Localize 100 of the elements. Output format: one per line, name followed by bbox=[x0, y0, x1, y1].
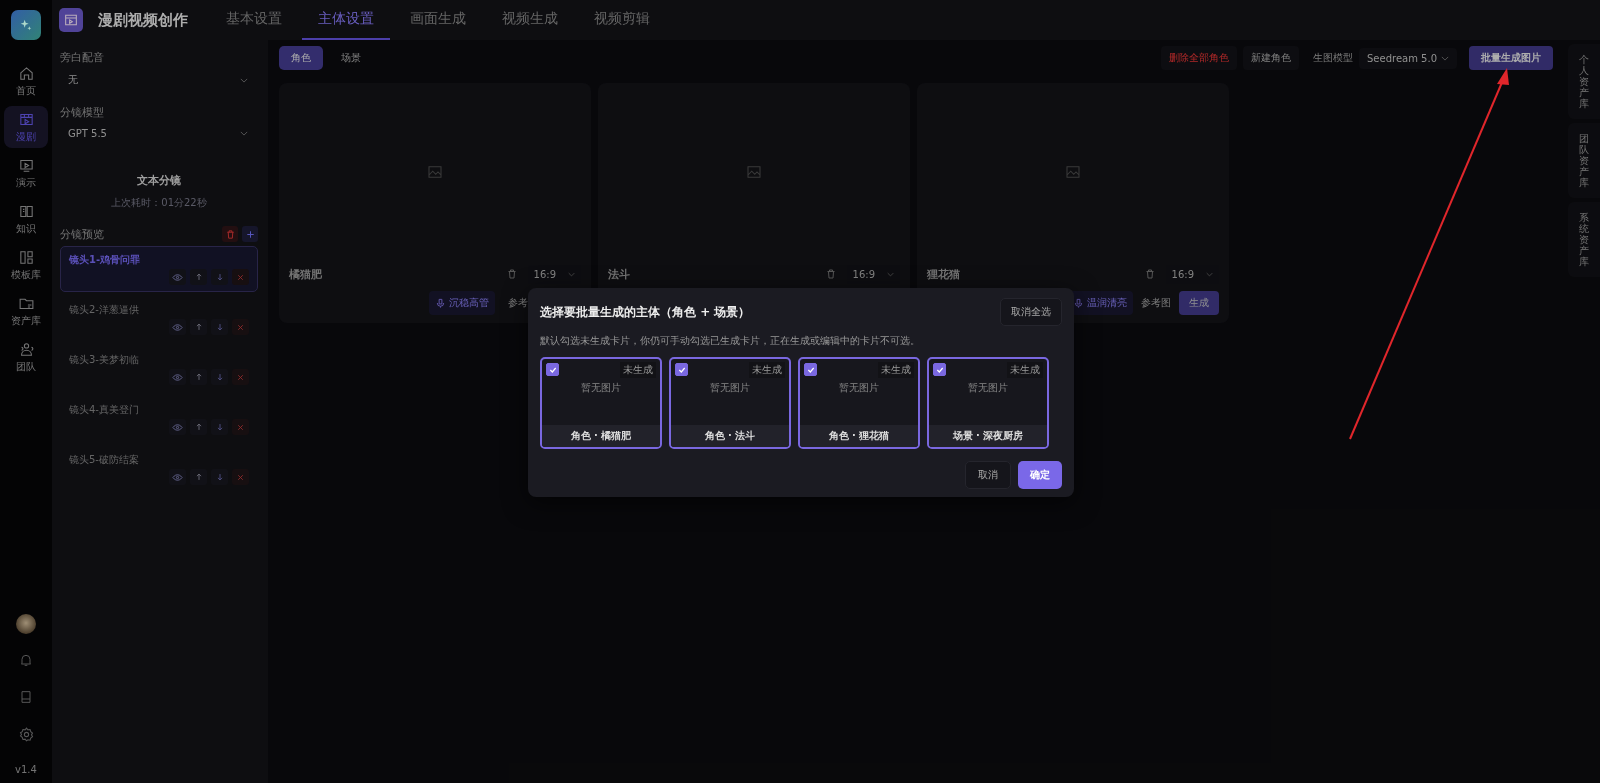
eye-icon[interactable] bbox=[169, 469, 186, 485]
new-character-button[interactable]: 新建角色 bbox=[1243, 46, 1299, 70]
rail-nav-item[interactable]: 首页 bbox=[4, 60, 48, 102]
close-icon[interactable] bbox=[232, 469, 249, 485]
subject-label: 角色 · 橘猫肥 bbox=[542, 425, 660, 447]
image-placeholder-icon bbox=[426, 163, 444, 181]
arrow-down-icon[interactable] bbox=[211, 419, 228, 435]
generate-button[interactable]: 生成 bbox=[1179, 291, 1219, 315]
no-image-text: 暂无图片 bbox=[839, 381, 879, 395]
close-icon[interactable] bbox=[232, 419, 249, 435]
field-label: 分镜模型 bbox=[60, 105, 105, 120]
microphone-icon bbox=[1073, 297, 1084, 309]
shot-item[interactable]: 镜头3-美梦初临 bbox=[60, 346, 258, 392]
voice-button[interactable]: 沉稳高管 bbox=[429, 291, 495, 315]
checkbox[interactable] bbox=[675, 363, 688, 376]
settings-icon[interactable] bbox=[17, 726, 35, 743]
narration-select[interactable]: 无 bbox=[60, 65, 258, 95]
model-select[interactable]: GPT 5.5 bbox=[60, 120, 258, 147]
category-tab[interactable]: 角色 bbox=[279, 46, 323, 70]
chevron-down-icon bbox=[1441, 55, 1449, 61]
check-icon bbox=[935, 365, 944, 374]
add-icon[interactable] bbox=[242, 226, 258, 242]
image-placeholder-icon bbox=[1064, 163, 1082, 181]
close-icon[interactable] bbox=[232, 319, 249, 335]
checkbox[interactable] bbox=[933, 363, 946, 376]
arrow-up-icon[interactable] bbox=[190, 319, 207, 335]
rail-nav-item[interactable]: 模板库 bbox=[4, 244, 48, 286]
home-icon bbox=[17, 64, 35, 82]
film-icon bbox=[59, 8, 83, 32]
asset-library-tab[interactable]: 系统资产库 bbox=[1568, 202, 1600, 277]
reference-image-button[interactable]: 参考 bbox=[508, 296, 528, 310]
arrow-up-icon[interactable] bbox=[190, 419, 207, 435]
arrow-down-icon[interactable] bbox=[211, 469, 228, 485]
preview-label: 分镜预览 bbox=[60, 226, 105, 242]
book-icon[interactable] bbox=[18, 689, 34, 705]
text-split-button[interactable]: 文本分镜 bbox=[60, 167, 258, 194]
arrow-down-icon[interactable] bbox=[211, 369, 228, 385]
confirm-button[interactable]: 确定 bbox=[1018, 461, 1062, 489]
deselect-all-button[interactable]: 取消全选 bbox=[1000, 298, 1062, 326]
eye-icon[interactable] bbox=[169, 269, 186, 285]
microphone-icon bbox=[435, 297, 446, 309]
nav-tab[interactable]: 画面生成 bbox=[394, 0, 482, 40]
character-name: 法斗 bbox=[608, 266, 631, 282]
character-name: 狸花猫 bbox=[927, 266, 961, 282]
app-title: 漫剧视频创作 bbox=[98, 10, 188, 30]
chevron-down-icon bbox=[568, 271, 575, 277]
close-icon[interactable] bbox=[232, 369, 249, 385]
rail-nav-item[interactable]: 团队 bbox=[4, 336, 48, 378]
subject-option-card[interactable]: 未生成 暂无图片 角色 · 橘猫肥 bbox=[540, 357, 662, 449]
rail-nav-item[interactable]: 演示 bbox=[4, 152, 48, 194]
image-placeholder-icon bbox=[745, 163, 763, 181]
eye-icon[interactable] bbox=[169, 319, 186, 335]
check-icon bbox=[548, 365, 557, 374]
nav-tab[interactable]: 基本设置 bbox=[210, 0, 298, 40]
delete-icon[interactable] bbox=[222, 226, 238, 242]
arrow-down-icon[interactable] bbox=[211, 269, 228, 285]
shot-title: 镜头5-破防结案 bbox=[69, 453, 140, 467]
user-avatar[interactable] bbox=[16, 614, 36, 634]
image-model-select[interactable]: Seedream 5.0 bbox=[1359, 47, 1457, 69]
arrow-up-icon[interactable] bbox=[190, 269, 207, 285]
nav-tab[interactable]: 视频生成 bbox=[486, 0, 574, 40]
no-image-text: 暂无图片 bbox=[710, 381, 750, 395]
bell-icon[interactable] bbox=[18, 652, 34, 668]
nav-tab[interactable]: 视频剪辑 bbox=[578, 0, 666, 40]
field-label: 旁白配音 bbox=[60, 50, 105, 65]
delete-all-button[interactable]: 删除全部角色 bbox=[1161, 46, 1237, 70]
arrow-down-icon[interactable] bbox=[211, 319, 228, 335]
batch-generate-button[interactable]: 批量生成图片 bbox=[1469, 46, 1553, 70]
chevron-down-icon bbox=[240, 77, 248, 83]
eye-icon[interactable] bbox=[169, 419, 186, 435]
shot-title: 镜头3-美梦初临 bbox=[69, 353, 140, 367]
rail-nav-item[interactable]: 知识 bbox=[4, 198, 48, 240]
asset-library-tab[interactable]: 个人资产库 bbox=[1568, 44, 1600, 119]
rail-nav-item[interactable]: 漫剧 bbox=[4, 106, 48, 148]
checkbox[interactable] bbox=[546, 363, 559, 376]
asset-library-tab[interactable]: 团队资产库 bbox=[1568, 123, 1600, 198]
chevron-down-icon bbox=[1206, 271, 1213, 277]
checkbox[interactable] bbox=[804, 363, 817, 376]
subject-option-card[interactable]: 未生成 暂无图片 角色 · 法斗 bbox=[669, 357, 791, 449]
eye-icon[interactable] bbox=[169, 369, 186, 385]
close-icon[interactable] bbox=[232, 269, 249, 285]
shot-item[interactable]: 镜头4-真美登门 bbox=[60, 396, 258, 442]
arrow-up-icon[interactable] bbox=[190, 369, 207, 385]
chevron-down-icon bbox=[887, 271, 894, 277]
category-tab[interactable]: 场景 bbox=[329, 46, 373, 70]
dialog-description: 默认勾选未生成卡片，你仍可手动勾选已生成卡片，正在生成或编辑中的卡片不可选。 bbox=[540, 334, 921, 348]
shot-item[interactable]: 镜头2-洋葱逼供 bbox=[60, 296, 258, 342]
rail-nav-item[interactable]: 资产库 bbox=[4, 290, 48, 332]
cancel-button[interactable]: 取消 bbox=[965, 461, 1011, 489]
arrow-up-icon[interactable] bbox=[190, 469, 207, 485]
reference-image-button[interactable]: 参考图 bbox=[1141, 296, 1171, 310]
image-model-label: 生图模型 bbox=[1313, 51, 1353, 65]
shot-item[interactable]: 镜头1-鸡骨问罪 bbox=[60, 246, 258, 292]
shot-item[interactable]: 镜头5-破防结案 bbox=[60, 446, 258, 492]
subject-option-card[interactable]: 未生成 暂无图片 角色 · 狸花猫 bbox=[798, 357, 920, 449]
nav-tab[interactable]: 主体设置 bbox=[302, 0, 390, 40]
subject-option-card[interactable]: 未生成 暂无图片 场景 · 深夜厨房 bbox=[927, 357, 1049, 449]
character-name: 橘猫肥 bbox=[289, 266, 323, 282]
grid-icon bbox=[17, 248, 35, 266]
no-image-text: 暂无图片 bbox=[968, 381, 1008, 395]
